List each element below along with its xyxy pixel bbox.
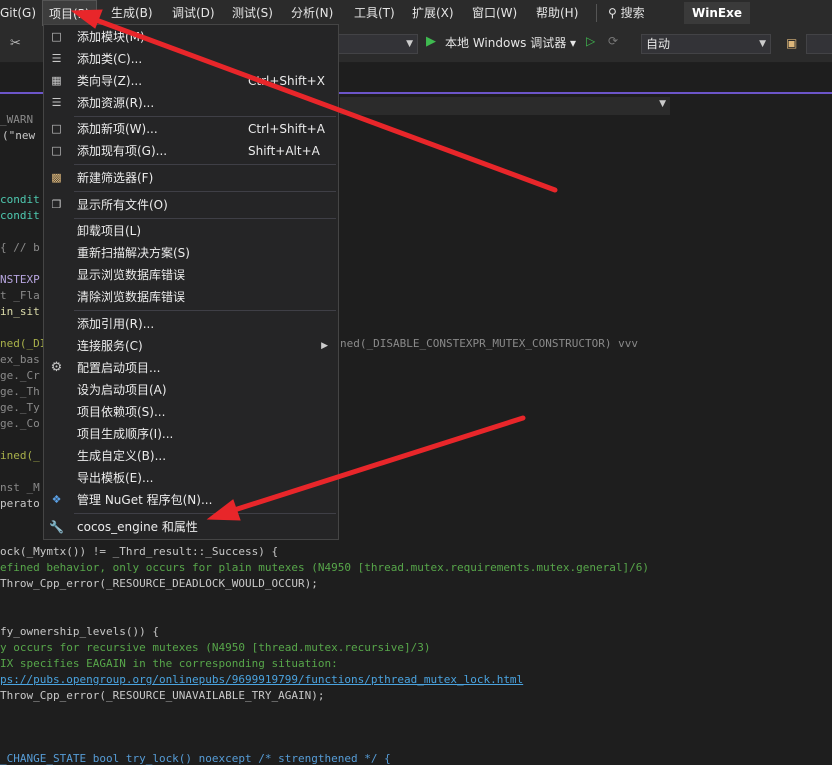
menu-item-dependencies[interactable]: 项目依赖项(S)... bbox=[44, 401, 338, 423]
gear-icon: ⚙ bbox=[50, 360, 63, 375]
menu-item-add-reference[interactable]: 添加引用(R)... bbox=[44, 313, 338, 335]
nuget-icon: ❖ bbox=[51, 493, 62, 506]
code-line: perato bbox=[0, 497, 40, 510]
menu-item-class-wizard[interactable]: ▦ 类向导(Z)... Ctrl+Shift+X bbox=[44, 70, 338, 92]
code-line: ge._Co bbox=[0, 417, 40, 430]
menu-item-manage-nuget[interactable]: ❖ 管理 NuGet 程序包(N)... bbox=[44, 489, 338, 511]
code-line: ("new bbox=[2, 129, 36, 142]
add-module-icon: □ bbox=[51, 30, 62, 43]
add-existing-item-icon: □ bbox=[51, 144, 62, 157]
code-line: ined(_ bbox=[0, 449, 40, 462]
add-resource-icon: ☰ bbox=[51, 96, 62, 109]
submenu-arrow-icon: ▶ bbox=[321, 341, 328, 351]
code-comment: efined behavior, only occurs for plain m… bbox=[0, 561, 650, 574]
menu-item-unload-project[interactable]: 卸载项目(L) bbox=[44, 220, 338, 242]
code-line: nst _M bbox=[0, 481, 40, 494]
menu-separator bbox=[74, 116, 336, 117]
code-line: ned(_DI bbox=[0, 337, 47, 350]
menu-item-project-properties[interactable]: 🔧 cocos_engine 和属性 bbox=[44, 516, 338, 538]
project-menu: □ 添加模块(M)... ☰ 添加类(C)... ▦ 类向导(Z)... Ctrl+Sh… bbox=[43, 24, 339, 540]
menu-item-add-class[interactable]: ☰ 添加类(C)... bbox=[44, 48, 338, 70]
menu-item-show-browse-db-errors[interactable]: 显示浏览数据库错误 bbox=[44, 264, 338, 286]
menu-item-build-customizations[interactable]: 生成自定义(B)... bbox=[44, 445, 338, 467]
menu-item-build-order[interactable]: 项目生成顺序(I)... bbox=[44, 423, 338, 445]
menu-item-new-filter[interactable]: ▩ 新建筛选器(F) bbox=[44, 167, 338, 189]
code-line: Throw_Cpp_error(_RESOURCE_UNAVAILABLE_TR… bbox=[0, 689, 325, 702]
code-line: ge._Th bbox=[0, 385, 40, 398]
menu-item-configure-startup[interactable]: ⚙ 配置启动项目... bbox=[44, 357, 338, 379]
show-all-files-icon: ❐ bbox=[51, 198, 62, 211]
code-line: condit bbox=[0, 193, 40, 206]
class-wizard-icon: ▦ bbox=[51, 74, 62, 87]
code-line: _CHANGE_STATE bool try_lock() noexcept /… bbox=[0, 752, 391, 765]
menu-separator bbox=[74, 513, 336, 514]
code-line: _WARN bbox=[0, 113, 34, 126]
menu-separator bbox=[74, 218, 336, 219]
menu-item-add-module[interactable]: □ 添加模块(M)... bbox=[44, 26, 338, 48]
menu-item-clear-browse-db-errors[interactable]: 清除浏览数据库错误 bbox=[44, 286, 338, 308]
add-new-item-icon: □ bbox=[51, 122, 62, 135]
menu-item-show-all-files[interactable]: ❐ 显示所有文件(O) bbox=[44, 194, 338, 216]
code-comment: y occurs for recursive mutexes (N4950 [t… bbox=[0, 641, 431, 654]
menu-item-connected-services[interactable]: 连接服务(C) ▶ bbox=[44, 335, 338, 357]
menu-item-set-startup[interactable]: 设为启动项目(A) bbox=[44, 379, 338, 401]
code-line: ex_bas bbox=[0, 353, 40, 366]
code-link[interactable]: ps://pubs.opengroup.org/onlinepubs/96999… bbox=[0, 673, 523, 686]
menu-separator bbox=[74, 191, 336, 192]
menu-item-rescan-solution[interactable]: 重新扫描解决方案(S) bbox=[44, 242, 338, 264]
wrench-icon: 🔧 bbox=[49, 520, 64, 534]
menu-item-add-existing-item[interactable]: □ 添加现有项(G)... Shift+Alt+A bbox=[44, 140, 338, 162]
menu-item-add-new-item[interactable]: □ 添加新项(W)... Ctrl+Shift+A bbox=[44, 118, 338, 140]
code-line: ge._Ty bbox=[0, 401, 40, 414]
code-line: ge._Cr bbox=[0, 369, 40, 382]
code-line: ned(_DISABLE_CONSTEXPR_MUTEX_CONSTRUCTOR… bbox=[340, 337, 639, 350]
code-line: { // b bbox=[0, 241, 40, 254]
menu-item-export-template[interactable]: 导出模板(E)... bbox=[44, 467, 338, 489]
code-line: t _Fla bbox=[0, 289, 40, 302]
code-line: in_sit bbox=[0, 305, 40, 318]
code-line: NSTEXP bbox=[0, 273, 40, 286]
code-comment: IX specifies EAGAIN in the corresponding… bbox=[0, 657, 338, 670]
code-line: fy_ownership_levels()) { bbox=[0, 625, 159, 638]
new-filter-icon: ▩ bbox=[51, 171, 62, 184]
menu-separator bbox=[74, 310, 336, 311]
menu-separator bbox=[74, 164, 336, 165]
code-line: Throw_Cpp_error(_RESOURCE_DEADLOCK_WOULD… bbox=[0, 577, 318, 590]
menu-item-add-resource[interactable]: ☰ 添加资源(R)... bbox=[44, 92, 338, 114]
code-line: ock(_Mymtx()) != _Thrd_result::_Success)… bbox=[0, 545, 279, 558]
add-class-icon: ☰ bbox=[51, 52, 62, 65]
code-line: condit bbox=[0, 209, 40, 222]
